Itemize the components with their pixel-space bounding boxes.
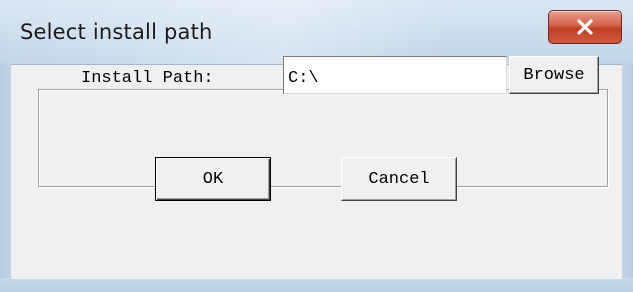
ok-button[interactable]: OK [155, 157, 271, 201]
dialog-window: Select install path Install Path: Browse… [0, 0, 633, 292]
title-bar[interactable]: Select install path [0, 0, 633, 64]
window-frame-bottom [0, 278, 633, 292]
close-button[interactable] [548, 10, 622, 44]
path-group-box [38, 89, 608, 187]
window-frame-right [622, 64, 633, 292]
window-frame-left [0, 64, 11, 292]
close-icon [575, 18, 595, 36]
window-title: Select install path [20, 20, 213, 44]
install-path-label: Install Path: [81, 69, 214, 88]
install-path-input[interactable] [283, 56, 507, 94]
dialog-client-area [11, 64, 622, 279]
browse-button[interactable]: Browse [509, 56, 599, 94]
cancel-button[interactable]: Cancel [341, 157, 457, 201]
